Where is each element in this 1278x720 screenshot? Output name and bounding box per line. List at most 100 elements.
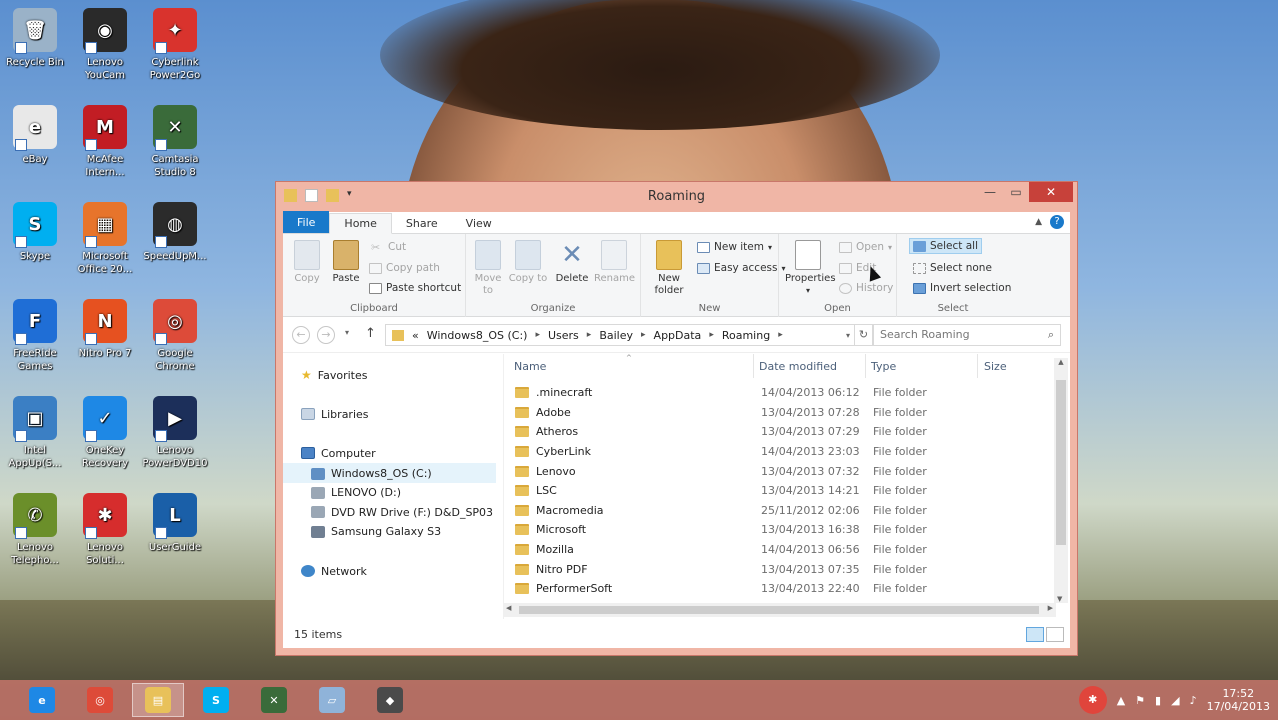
desktop-icon[interactable]: M McAfee Intern...	[72, 105, 138, 179]
paste-shortcut-button[interactable]: Paste shortcut	[369, 282, 461, 294]
collapse-ribbon-icon[interactable]: ▲	[1035, 217, 1042, 227]
title-bar[interactable]: ▾ Roaming — ▭ ✕	[276, 182, 1077, 212]
desktop-icon[interactable]: ◉ Lenovo YouCam	[72, 8, 138, 82]
breadcrumb-segment[interactable]: AppData	[654, 329, 702, 342]
forward-button[interactable]: →	[317, 326, 335, 344]
column-type[interactable]: Type	[871, 360, 896, 373]
scroll-left-arrow-icon[interactable]: ◀	[506, 604, 511, 612]
desktop-icon[interactable]: S Skype	[2, 202, 68, 263]
back-button[interactable]: ←	[292, 326, 310, 344]
search-icon[interactable]: ⌕	[1048, 325, 1054, 345]
address-overflow[interactable]: «	[412, 329, 419, 342]
wifi-icon[interactable]: ◢	[1171, 694, 1179, 707]
scroll-up-arrow-icon[interactable]: ▲	[1054, 358, 1068, 366]
easy-access-button[interactable]: Easy access ▾	[697, 262, 786, 274]
vertical-scroll-thumb[interactable]	[1056, 380, 1066, 545]
open-button[interactable]: Open ▾	[839, 241, 892, 253]
desktop-icon[interactable]: e eBay	[2, 105, 68, 166]
table-row[interactable]: Lenovo 13/04/2013 07:32 File folder	[515, 461, 1055, 481]
recent-locations-chevron-icon[interactable]: ▾	[345, 328, 349, 337]
vertical-scrollbar[interactable]: ▲ ▼	[1054, 358, 1068, 603]
taskbar-chrome[interactable]: ◎	[74, 683, 126, 717]
address-dropdown-icon[interactable]: ▾	[846, 331, 854, 340]
rename-button[interactable]: Rename	[594, 240, 635, 285]
breadcrumb-segment[interactable]: Bailey	[599, 329, 633, 342]
table-row[interactable]: LSC 13/04/2013 14:21 File folder	[515, 481, 1055, 501]
table-row[interactable]: PerformerSoft 13/04/2013 22:40 File folder	[515, 579, 1055, 599]
column-divider[interactable]	[977, 354, 978, 378]
breadcrumb-separator-icon[interactable]: ▸	[778, 330, 783, 340]
desktop-icon[interactable]: ✓ OneKey Recovery	[72, 396, 138, 470]
desktop-icon[interactable]: ◍ SpeedUpM...	[142, 202, 208, 263]
desktop-icon[interactable]: ▶ Lenovo PowerDVD10	[142, 396, 208, 470]
desktop-icon[interactable]: ✦ Cyberlink Power2Go	[142, 8, 208, 82]
new-folder-button[interactable]: New folder	[649, 240, 689, 297]
properties-button[interactable]: Properties ▾	[785, 240, 836, 297]
explorer-window[interactable]: ▾ Roaming — ▭ ✕ File Home Share View ▲ ?…	[275, 181, 1078, 656]
tab-home[interactable]: Home	[329, 213, 392, 234]
paste-button[interactable]: Paste	[326, 240, 366, 285]
minimize-button[interactable]: —	[977, 182, 1003, 202]
desktop-icon[interactable]: 🗑 Recycle Bin	[2, 8, 68, 69]
taskbar-camtasia[interactable]: ✕	[248, 683, 300, 717]
breadcrumb-separator-icon[interactable]: ▸	[709, 330, 714, 340]
breadcrumb-separator-icon[interactable]: ▸	[587, 330, 592, 340]
refresh-button[interactable]: ↻	[855, 324, 873, 346]
table-row[interactable]: .minecraft 14/04/2013 06:12 File folder	[515, 383, 1055, 403]
column-date-modified[interactable]: Date modified	[759, 360, 837, 373]
clock[interactable]: 17:52 17/04/2013	[1207, 687, 1270, 713]
horizontal-scroll-thumb[interactable]	[519, 606, 1039, 614]
move-to-button[interactable]: Move to	[468, 240, 508, 297]
scroll-down-arrow-icon[interactable]: ▼	[1057, 595, 1062, 603]
large-icons-view-button[interactable]	[1046, 627, 1064, 642]
battery-icon[interactable]: ▮	[1155, 694, 1161, 707]
desktop-icon[interactable]: ✱ Lenovo Soluti...	[72, 493, 138, 567]
desktop-icon[interactable]: ◎ Google Chrome	[142, 299, 208, 373]
cut-button[interactable]: ✂ Cut	[371, 241, 406, 253]
breadcrumb-separator-icon[interactable]: ▸	[641, 330, 646, 340]
action-center-flag-icon[interactable]: ⚑	[1135, 694, 1145, 707]
desktop-icon[interactable]: L UserGuide	[142, 493, 208, 554]
scroll-right-arrow-icon[interactable]: ▶	[1048, 604, 1053, 612]
desktop-icon[interactable]: N Nitro Pro 7	[72, 299, 138, 360]
copy-path-button[interactable]: Copy path	[369, 262, 440, 274]
history-button[interactable]: History	[839, 282, 893, 294]
taskbar-notepad[interactable]: ▱	[306, 683, 358, 717]
nav-libraries[interactable]: Libraries	[283, 404, 496, 424]
address-field[interactable]: « Windows8_OS (C:) ▸ Users ▸ Bailey ▸ AppData ▸…	[385, 324, 855, 346]
nav-computer[interactable]: Computer	[283, 443, 496, 463]
tab-view[interactable]: View	[452, 214, 506, 233]
nav-drive[interactable]: DVD RW Drive (F:) D&D_SP03	[283, 502, 496, 522]
taskbar-skype[interactable]: S	[190, 683, 242, 717]
close-button[interactable]: ✕	[1029, 182, 1073, 202]
breadcrumb-segment[interactable]: Roaming	[722, 329, 770, 342]
taskbar-camtasia-recorder[interactable]: ◆	[364, 683, 416, 717]
breadcrumb-segment[interactable]: Users	[548, 329, 579, 342]
tab-share[interactable]: Share	[392, 214, 452, 233]
desktop-icon[interactable]: F FreeRide Games	[2, 299, 68, 373]
pane-divider[interactable]	[503, 354, 504, 619]
horizontal-scrollbar[interactable]: ◀ ▶	[503, 603, 1056, 617]
taskbar-file-explorer[interactable]: ▤	[132, 683, 184, 717]
new-item-button[interactable]: New item ▾	[697, 241, 772, 253]
volume-icon[interactable]: ♪	[1190, 694, 1197, 707]
table-row[interactable]: Macromedia 25/11/2012 02:06 File folder	[515, 501, 1055, 521]
invert-selection-button[interactable]: Invert selection	[913, 282, 1011, 294]
breadcrumb-segment[interactable]: Windows8_OS (C:)	[427, 329, 528, 342]
table-row[interactable]: Atheros 13/04/2013 07:29 File folder	[515, 422, 1055, 442]
delete-button[interactable]: ✕ Delete	[552, 240, 592, 285]
nav-drive[interactable]: LENOVO (D:)	[283, 483, 496, 503]
search-input[interactable]: Search Roaming ⌕	[873, 324, 1061, 346]
table-row[interactable]: Nitro PDF 13/04/2013 07:35 File folder	[515, 559, 1055, 579]
desktop-icon[interactable]: ✕ Camtasia Studio 8	[142, 105, 208, 179]
nav-drive[interactable]: Windows8_OS (C:)	[283, 463, 496, 483]
details-view-button[interactable]	[1026, 627, 1044, 642]
table-row[interactable]: Mozilla 14/04/2013 06:56 File folder	[515, 540, 1055, 560]
tab-file[interactable]: File	[283, 211, 330, 233]
desktop-icon[interactable]: ▣ Intel AppUp(S...	[2, 396, 68, 470]
lenovo-solution-tray-icon[interactable]: ✱	[1078, 686, 1107, 714]
column-name[interactable]: Name	[514, 360, 546, 373]
select-none-button[interactable]: Select none	[913, 262, 992, 274]
column-divider[interactable]	[865, 354, 866, 378]
nav-drive[interactable]: Samsung Galaxy S3	[283, 522, 496, 542]
